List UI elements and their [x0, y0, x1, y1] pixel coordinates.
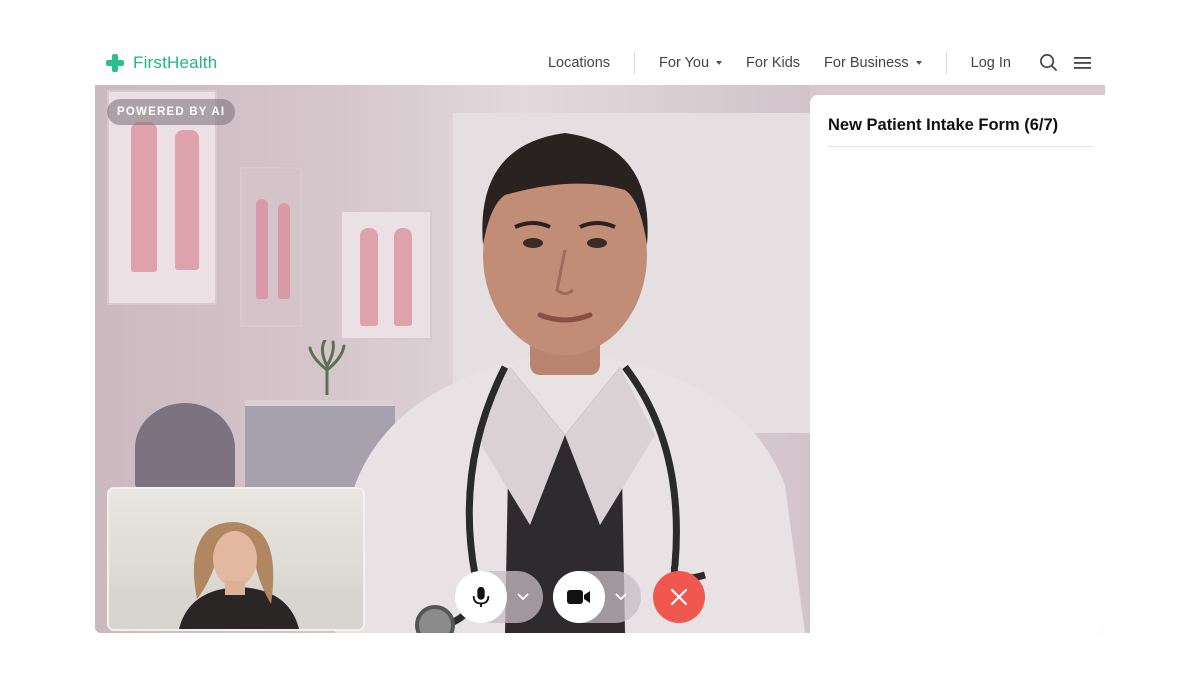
call-controls: [455, 571, 705, 623]
mic-control-group: [455, 571, 543, 623]
nav-link-for-kids[interactable]: For Kids: [734, 55, 812, 71]
background-chair: [135, 403, 235, 493]
close-icon: [670, 588, 688, 606]
nav-divider: [634, 51, 636, 74]
patient-avatar: [109, 521, 363, 629]
nav-link-label: For Business: [824, 54, 909, 71]
nav-link-label: For You: [659, 54, 710, 71]
nav-link-label: Locations: [547, 54, 611, 71]
cross-logo-icon: [105, 53, 125, 73]
brand-logo[interactable]: FirstHealth: [105, 53, 217, 73]
nav-link-for-business[interactable]: For Business: [812, 55, 934, 71]
nav-link-locations[interactable]: Locations: [536, 55, 622, 71]
login-link[interactable]: Log In: [959, 55, 1023, 71]
doctor-avatar: [335, 133, 805, 633]
doctor-video-feed: POWERED BY AI: [95, 85, 810, 633]
search-icon[interactable]: [1037, 52, 1059, 74]
end-call-button[interactable]: [653, 571, 705, 623]
nav-menu: Locations For You For Kids For Business …: [536, 40, 1105, 85]
camera-control-group: [553, 571, 641, 623]
caret-down-icon: [915, 60, 922, 65]
wall-poster: [240, 167, 302, 327]
powered-by-ai-badge: POWERED BY AI: [107, 99, 236, 125]
caret-down-icon: [716, 60, 723, 65]
panel-divider: [828, 146, 1093, 147]
login-label: Log In: [970, 54, 1011, 71]
intake-form-panel: New Patient Intake Form (6/7): [810, 95, 1105, 633]
video-consultation: POWERED BY AI New Patient Intake Form (6…: [95, 85, 1105, 633]
chevron-down-icon: [517, 593, 529, 601]
top-nav: FirstHealth Locations For You For Kids F…: [95, 40, 1105, 85]
video-camera-icon: [567, 590, 590, 604]
mic-options-dropdown[interactable]: [507, 571, 539, 623]
microphone-icon: [472, 586, 490, 608]
camera-button[interactable]: [553, 571, 605, 623]
nav-link-label: For Kids: [746, 54, 801, 71]
intake-form-title: New Patient Intake Form (6/7): [828, 116, 1059, 134]
microphone-button[interactable]: [455, 571, 507, 623]
camera-options-dropdown[interactable]: [605, 571, 637, 623]
brand-name: FirstHealth: [133, 52, 218, 72]
chevron-down-icon: [615, 593, 627, 601]
patient-self-view[interactable]: [107, 487, 365, 631]
nav-divider: [945, 51, 947, 74]
menu-icon[interactable]: [1071, 52, 1093, 74]
nav-link-for-you[interactable]: For You: [647, 55, 734, 71]
